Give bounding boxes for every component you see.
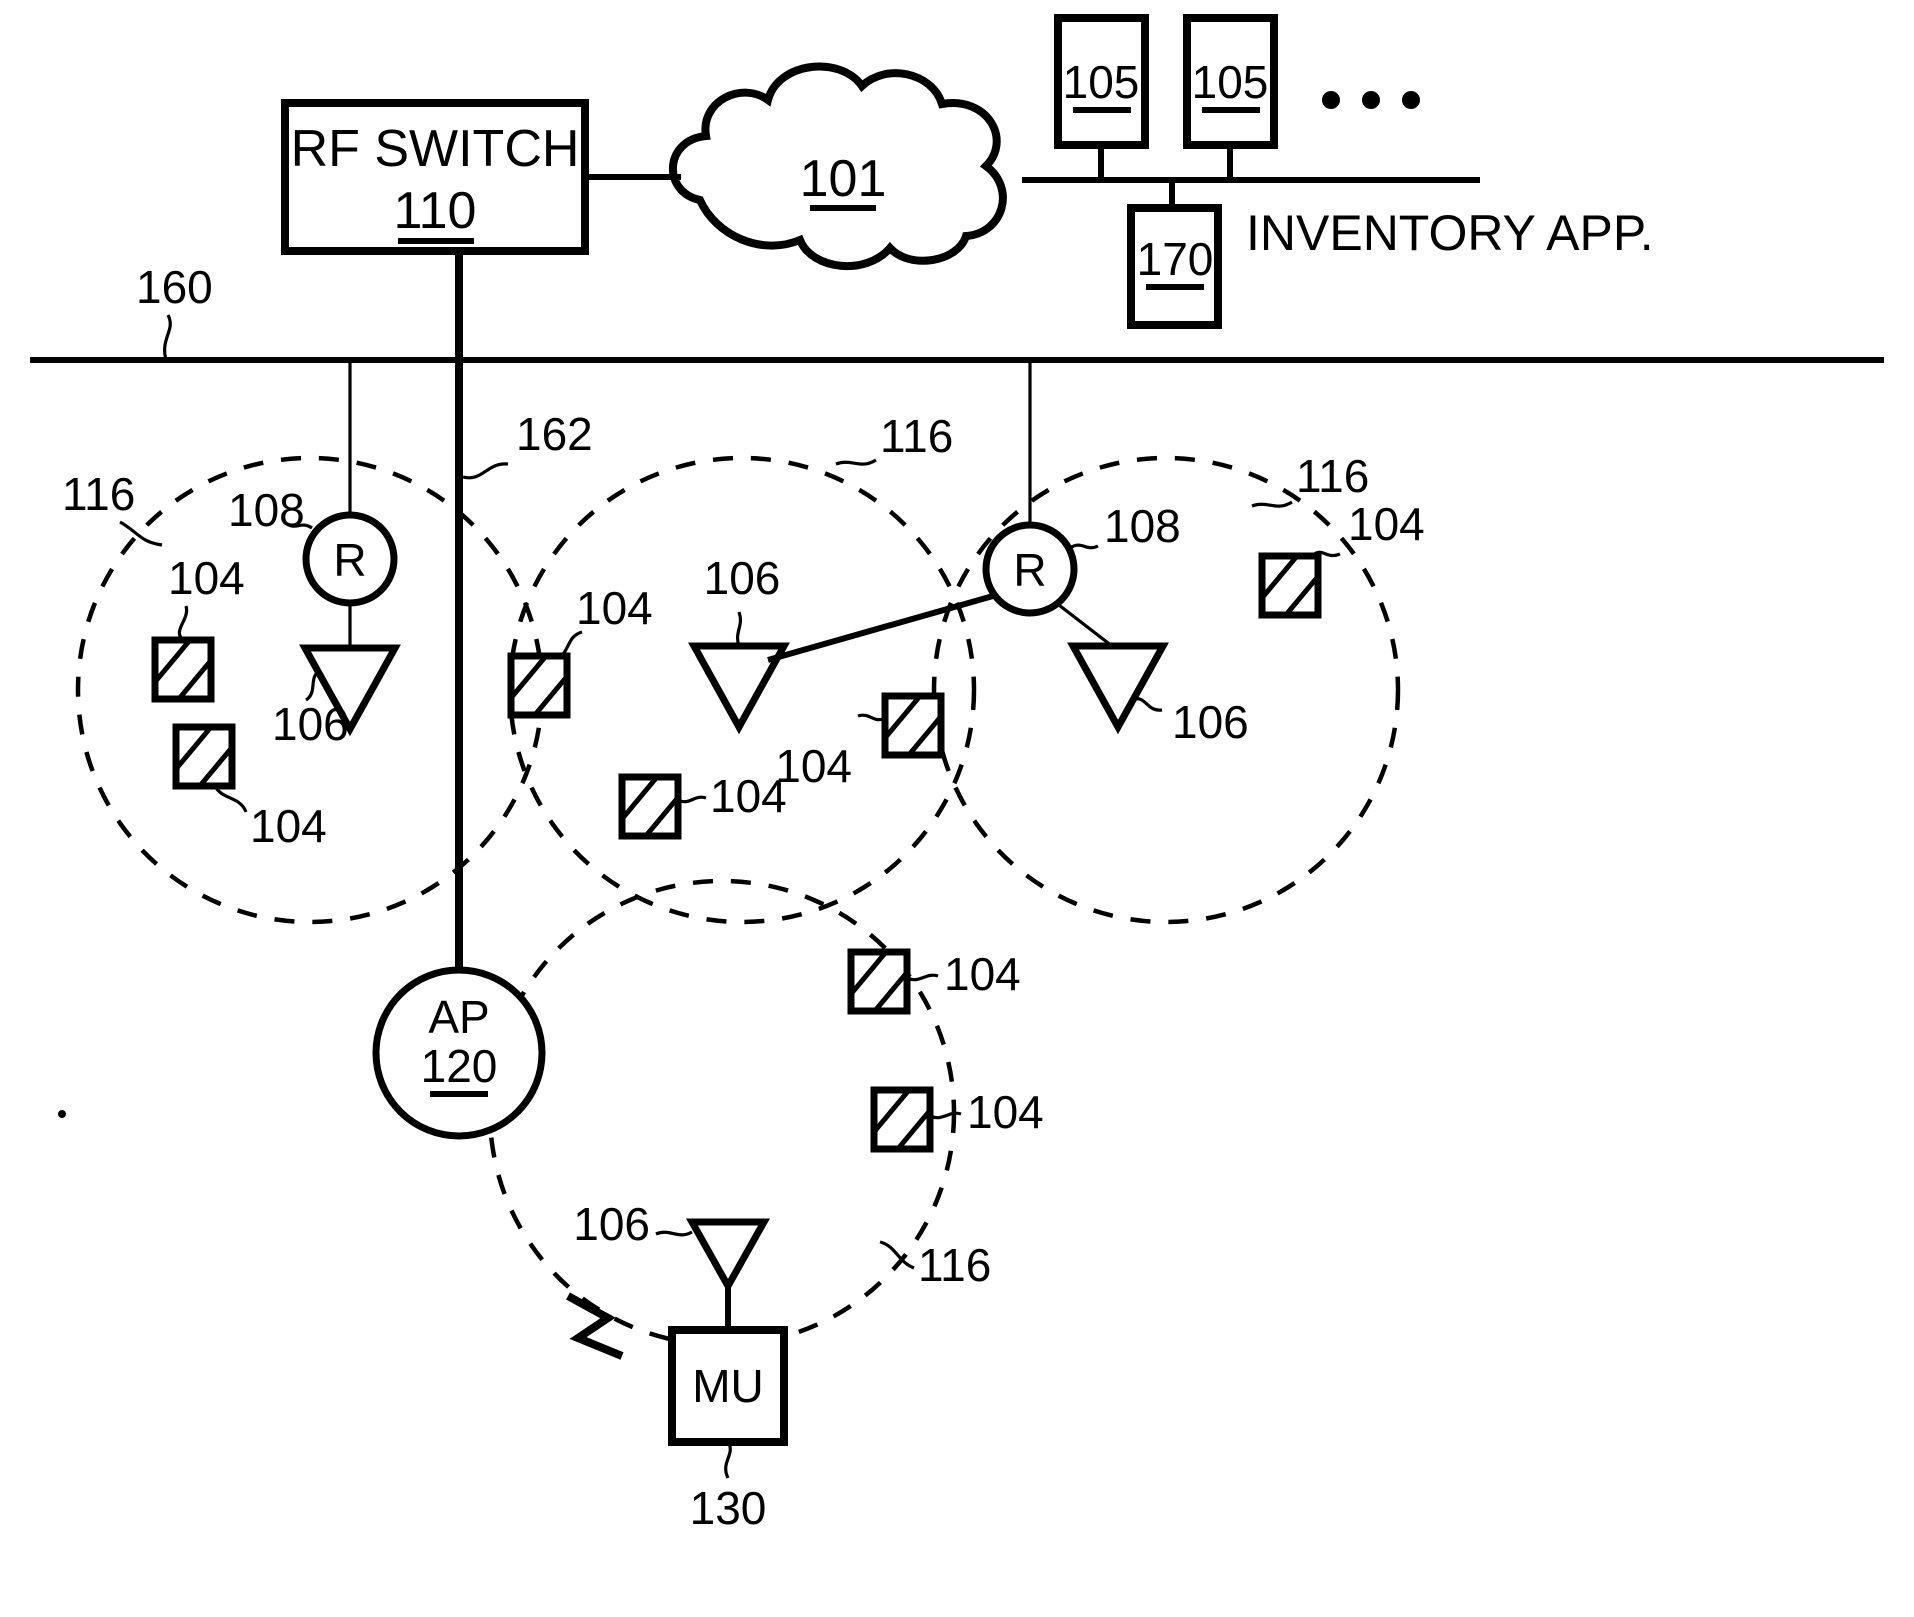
rf-switch-box-icon: RF SWITCH 110	[281, 99, 589, 255]
backbone-ref: 160	[136, 261, 213, 313]
tag-ref: 104	[944, 948, 1021, 1000]
reader-right-ref: 108	[1104, 500, 1181, 552]
access-point-circle-icon: AP 120	[372, 966, 546, 1140]
tag-ref: 104	[1348, 498, 1425, 550]
patent-figure: RF SWITCH 110 101 105 105 170 INVENTORY …	[0, 0, 1914, 1617]
tag-leader	[929, 1111, 962, 1120]
antenna-left-ref: 106	[272, 698, 349, 750]
server-box-icon: 105	[1183, 14, 1278, 180]
server-1-ref: 105	[1063, 56, 1140, 108]
inventory-host-box-icon: 170	[1127, 180, 1222, 329]
tag-ref: 104	[576, 582, 653, 634]
rfid-tag-hatched-square-icon	[847, 948, 911, 1015]
tag-leader	[177, 605, 189, 642]
rf-switch-label: RF SWITCH	[291, 120, 580, 178]
cell-ref-right: 116	[1296, 450, 1369, 502]
tag-ref: 104	[775, 740, 852, 792]
mobile-unit-ref-leader	[724, 1441, 732, 1479]
rfid-tag-hatched-square-icon	[618, 773, 682, 840]
link-antenna-reader-right	[767, 593, 994, 663]
rfid-tag-hatched-square-icon	[172, 723, 236, 790]
cable-162-leader	[462, 462, 509, 480]
antenna-mu-leader	[655, 1230, 693, 1237]
tag-leader	[213, 785, 248, 813]
mobile-unit-box-icon: MU	[668, 1326, 788, 1446]
antenna-center-ref: 106	[704, 552, 781, 604]
reader-left-label: R	[333, 534, 366, 586]
cloud-ref: 101	[800, 150, 887, 208]
ellipsis-dots-icon	[1322, 91, 1420, 109]
rfid-reader-circle-icon: R	[302, 511, 398, 607]
tag-ref: 104	[168, 552, 245, 604]
cable-162-ref: 162	[516, 408, 593, 460]
inventory-host-ref: 170	[1137, 233, 1214, 285]
cell-ref-bottom: 116	[918, 1239, 991, 1291]
reader-right-ref-leader	[1069, 543, 1099, 550]
rfid-tag-hatched-square-icon	[881, 692, 945, 759]
rfid-tag-hatched-square-icon	[1258, 552, 1322, 619]
cell-ref-center: 116	[880, 410, 953, 462]
reader-left-ref: 108	[228, 484, 305, 536]
antenna-center-leader	[735, 611, 743, 647]
rf-switch-ref: 110	[394, 182, 477, 240]
server-2-ref: 105	[1192, 56, 1269, 108]
access-point-label: AP	[428, 991, 489, 1043]
server-box-icon: 105	[1054, 14, 1149, 180]
mobile-unit-ref: 130	[690, 1482, 767, 1534]
antenna-triangle-icon	[686, 1218, 770, 1330]
link-reader-antenna-right	[1054, 600, 1113, 648]
mobile-unit-label: MU	[692, 1360, 764, 1412]
tag-ref: 104	[967, 1086, 1044, 1138]
cell-ref-center-leader	[835, 458, 877, 466]
network-cloud-icon: 101	[669, 62, 1007, 271]
rfid-reader-circle-icon: R	[982, 521, 1078, 617]
antenna-triangle-icon	[1067, 642, 1169, 735]
antenna-right-ref: 106	[1172, 696, 1249, 748]
tag-ref: 104	[250, 800, 327, 852]
access-point-ref: 120	[421, 1040, 498, 1092]
tag-leader	[677, 795, 707, 804]
antenna-mu-ref: 106	[573, 1198, 650, 1250]
inventory-app-label: INVENTORY APP.	[1246, 205, 1654, 261]
rfid-tag-hatched-square-icon	[151, 636, 215, 703]
backbone-leader	[163, 314, 172, 361]
tag-leader	[558, 630, 583, 660]
reader-right-label: R	[1013, 544, 1046, 596]
cell-ref-left: 116	[62, 468, 135, 520]
tag-leader	[857, 713, 886, 722]
cell-ref-right-leader	[1251, 500, 1293, 508]
page-speck	[58, 1110, 66, 1118]
cell-ref-left-leader	[119, 520, 163, 547]
